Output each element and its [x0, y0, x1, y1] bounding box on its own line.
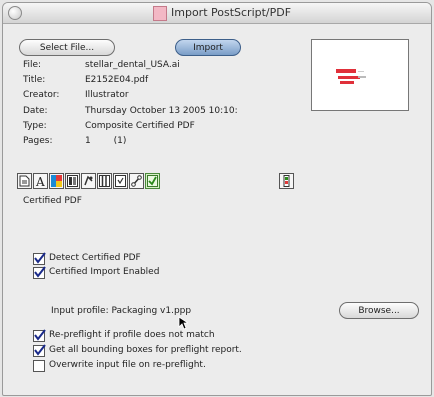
pdf-file-icon	[153, 6, 167, 21]
pages-value: 1 (1)	[85, 136, 127, 146]
window-title: Import PostScript/PDF	[171, 6, 292, 19]
import-button[interactable]: Import	[175, 39, 241, 56]
type-value: Composite Certified PDF	[85, 121, 195, 131]
checkmark-icon	[34, 329, 46, 341]
overwrite-checkbox[interactable]	[33, 360, 45, 372]
detect-certified-label: Detect Certified PDF	[49, 253, 141, 263]
import-dialog: Import PostScript/PDF Select File... Imp…	[2, 2, 432, 396]
color-icon[interactable]	[49, 173, 64, 189]
form-icon[interactable]	[113, 173, 128, 189]
date-label: Date:	[23, 106, 48, 116]
creator-value: Illustrator	[85, 90, 129, 100]
file-label: File:	[23, 60, 42, 70]
layout-icon[interactable]	[65, 173, 80, 189]
title-value: E2152E04.pdf	[85, 75, 149, 85]
certified-check-icon[interactable]	[145, 173, 160, 189]
checkmark-icon	[34, 252, 46, 264]
preview-thumbnail-icon	[336, 69, 366, 84]
certified-pdf-heading: Certified PDF	[23, 196, 82, 206]
bounding-boxes-label: Get all bounding boxes for preflight rep…	[49, 345, 242, 355]
font-icon[interactable]: A	[33, 173, 48, 189]
creator-label: Creator:	[23, 90, 60, 100]
type-label: Type:	[23, 121, 47, 131]
checkmark-icon	[34, 266, 46, 278]
overwrite-label: Overwrite input file on re-preflight.	[49, 360, 206, 370]
file-value: stellar_dental_USA.ai	[85, 60, 180, 70]
close-button[interactable]	[8, 6, 22, 20]
detect-certified-checkbox[interactable]	[33, 252, 46, 265]
columns-icon[interactable]	[97, 173, 112, 189]
certified-import-checkbox[interactable]	[33, 266, 46, 279]
svg-text:A: A	[35, 175, 45, 187]
pages-label: Pages:	[23, 136, 53, 146]
mouse-cursor-icon	[178, 316, 188, 330]
title-label: Title:	[23, 75, 46, 85]
title-bar: Import PostScript/PDF	[3, 3, 431, 24]
document-icon[interactable]	[17, 173, 32, 189]
certified-import-label: Certified Import Enabled	[49, 267, 160, 277]
bounding-boxes-checkbox[interactable]	[33, 344, 46, 357]
input-profile-label: Input profile: Packaging v1.ppp	[51, 306, 192, 316]
select-file-button[interactable]: Select File...	[19, 39, 115, 56]
browse-button[interactable]: Browse...	[339, 302, 419, 319]
links-icon[interactable]	[129, 173, 144, 189]
image-icon[interactable]	[81, 173, 96, 189]
re-preflight-checkbox[interactable]	[33, 329, 46, 342]
trap-icon[interactable]	[279, 173, 294, 189]
re-preflight-label: Re-preflight if profile does not match	[49, 330, 215, 340]
checkmark-icon	[34, 344, 46, 356]
date-value: Thursday October 13 2005 10:10:	[85, 106, 238, 116]
file-preview	[311, 39, 409, 111]
